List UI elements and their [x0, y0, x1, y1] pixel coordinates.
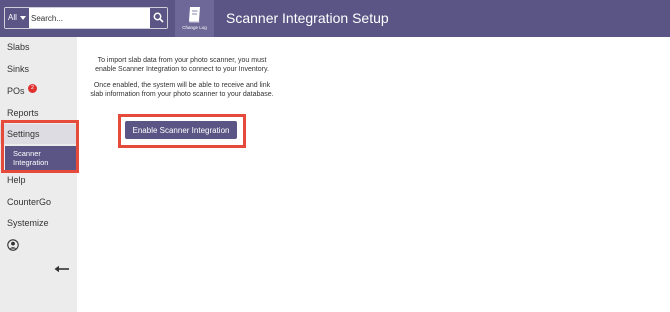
sidebar-item-label: Slabs: [7, 42, 30, 52]
sidebar-item-label: POs: [7, 86, 25, 96]
sidebar-item-label: Sinks: [7, 64, 30, 74]
sidebar-item-label: Systemize: [7, 218, 49, 228]
notebook-icon: [189, 7, 200, 23]
user-icon[interactable]: [7, 239, 19, 251]
settings-highlight-box: [1, 120, 79, 173]
page-title: Scanner Integration Setup: [226, 10, 389, 26]
search-button[interactable]: [150, 8, 167, 28]
intro-paragraph-1: To import slab data from your photo scan…: [95, 57, 269, 73]
sidebar-item-help[interactable]: Help: [0, 170, 77, 190]
changelog-label: Change Log: [182, 25, 207, 30]
sidebar-item-slabs[interactable]: Slabs: [0, 37, 77, 57]
search-scope-select[interactable]: All: [5, 8, 29, 28]
button-highlight-box: [118, 114, 246, 148]
sidebar-item-label: CounterGo: [7, 197, 52, 207]
search-input[interactable]: [31, 8, 153, 28]
sidebar-item-pos[interactable]: POs 2: [0, 81, 77, 101]
sidebar-item-label: Help: [7, 175, 26, 185]
notification-badge: 2: [28, 84, 38, 93]
sidebar: Slabs Sinks POs 2 Reports Settings Scann…: [0, 37, 77, 312]
sidebar-item-countergo[interactable]: CounterGo: [0, 192, 77, 212]
sidebar-item-sinks[interactable]: Sinks: [0, 59, 77, 79]
intro-paragraph-2: Once enabled, the system will be able to…: [90, 82, 274, 98]
intro-text: To import slab data from your photo scan…: [87, 57, 277, 107]
sidebar-item-label: Reports: [7, 108, 39, 118]
arrow-left-icon[interactable]: [54, 265, 70, 273]
chevron-down-icon: [20, 16, 26, 20]
search-scope-label: All: [8, 13, 17, 22]
top-bar: All Change Log Scanner Integration Setup: [0, 0, 670, 37]
changelog-button[interactable]: Change Log: [175, 0, 214, 37]
sidebar-item-systemize[interactable]: Systemize: [0, 213, 77, 233]
search-icon: [153, 12, 164, 23]
search-box: All: [4, 7, 168, 29]
